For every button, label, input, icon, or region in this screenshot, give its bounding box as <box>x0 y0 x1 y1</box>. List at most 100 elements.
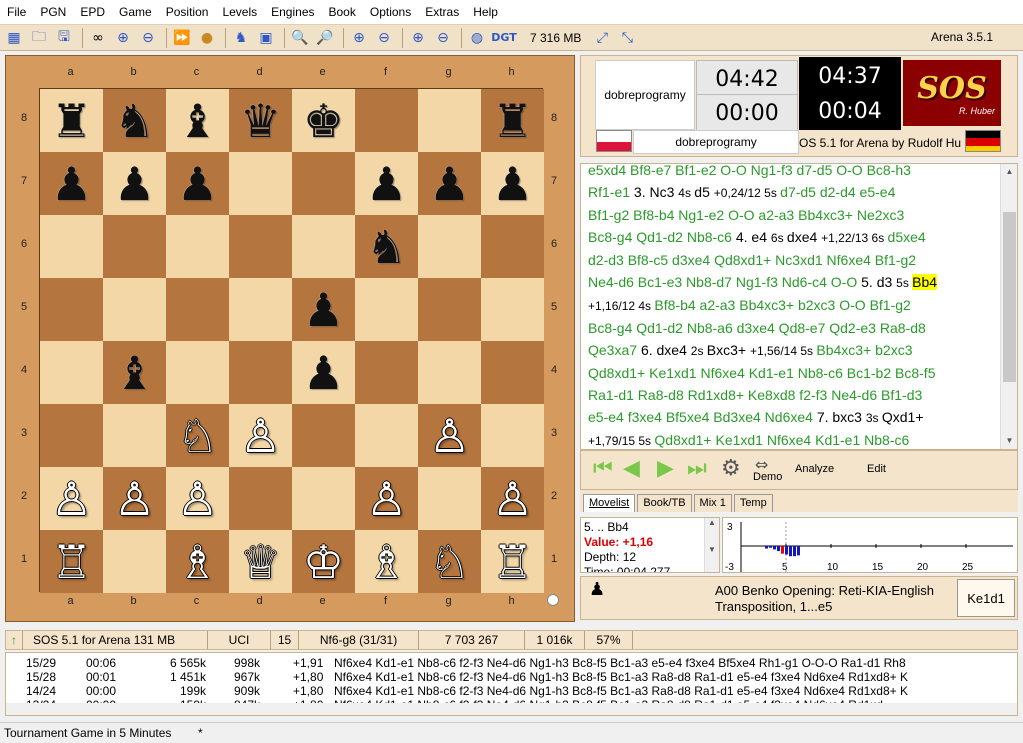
menu-item-position[interactable]: Position <box>159 0 216 24</box>
zoom-in-icon[interactable]: 🔍 <box>289 27 311 49</box>
square-g5[interactable] <box>418 278 481 341</box>
scroll-up-icon[interactable]: ▲ <box>1001 164 1017 180</box>
board-setup-icon[interactable]: ▣ <box>255 27 277 49</box>
move-token[interactable]: 7. bxc3 <box>817 409 866 425</box>
level-up-icon[interactable]: ⊕ <box>112 27 134 49</box>
square-h4[interactable] <box>481 341 544 404</box>
square-e8[interactable]: ♚ <box>292 89 355 152</box>
square-h2[interactable]: ♙ <box>481 467 544 530</box>
square-b3[interactable] <box>103 404 166 467</box>
black-pawn-icon[interactable]: ♟ <box>177 161 218 207</box>
black-pawn-icon[interactable]: ♟ <box>303 350 344 396</box>
square-d1[interactable]: ♕ <box>229 530 292 593</box>
white-queen-icon[interactable]: ♕ <box>240 539 281 585</box>
restore-icon[interactable]: ⤡ <box>616 27 638 49</box>
square-d6[interactable] <box>229 215 292 278</box>
move-token[interactable]: 5. d3 <box>861 274 896 290</box>
menu-item-book[interactable]: Book <box>322 0 363 24</box>
move-token[interactable]: 6. dxe4 <box>641 342 691 358</box>
last-move-icon[interactable]: ⏭ <box>687 457 707 481</box>
black-pawn-icon[interactable]: ♟ <box>429 161 470 207</box>
level-down-icon[interactable]: ⊖ <box>137 27 159 49</box>
white-knight-icon[interactable]: ♘ <box>429 539 470 585</box>
square-d7[interactable] <box>229 152 292 215</box>
white-pawn-icon[interactable]: ♙ <box>429 413 470 459</box>
square-f1[interactable]: ♗ <box>355 530 418 593</box>
square-h8[interactable]: ♜ <box>481 89 544 152</box>
white-pawn-icon[interactable]: ♙ <box>51 476 92 522</box>
epd-remove-icon[interactable]: ⊖ <box>432 27 454 49</box>
eval-scrollbar[interactable]: ▲ ▼ <box>704 518 719 572</box>
engine-output-scrollbar[interactable] <box>6 703 1017 715</box>
menu-item-file[interactable]: File <box>0 0 33 24</box>
square-d5[interactable] <box>229 278 292 341</box>
square-b1[interactable] <box>103 530 166 593</box>
engine-arrow-icon[interactable]: ↑ <box>6 631 23 649</box>
move-token[interactable]: 3. Nc3 <box>634 184 678 200</box>
white-rook-icon[interactable]: ♖ <box>492 539 533 585</box>
move-token[interactable]: Bxc3+ <box>707 342 750 358</box>
black-bishop-icon[interactable]: ♝ <box>114 350 155 396</box>
scroll-down-icon[interactable]: ▼ <box>1001 433 1017 449</box>
square-c3[interactable]: ♘ <box>166 404 229 467</box>
zoom-out-icon[interactable]: 🔎 <box>314 27 336 49</box>
square-h6[interactable] <box>481 215 544 278</box>
move-token[interactable]: 4. e4 <box>736 229 771 245</box>
square-a6[interactable] <box>40 215 103 278</box>
square-g4[interactable] <box>418 341 481 404</box>
first-move-icon[interactable]: ⏮ <box>593 457 613 481</box>
tab-temp[interactable]: Temp <box>733 494 773 512</box>
square-a4[interactable] <box>40 341 103 404</box>
square-a8[interactable]: ♜ <box>40 89 103 152</box>
scroll-thumb[interactable] <box>1003 212 1016 382</box>
menu-item-epd[interactable]: EPD <box>73 0 112 24</box>
black-rook-icon[interactable]: ♜ <box>492 98 533 144</box>
square-b2[interactable]: ♙ <box>103 467 166 530</box>
square-h5[interactable] <box>481 278 544 341</box>
square-e7[interactable] <box>292 152 355 215</box>
pgn-add-icon[interactable]: ⊕ <box>348 27 370 49</box>
white-pawn-icon[interactable]: ♙ <box>114 476 155 522</box>
infinite-icon[interactable]: ∞ <box>87 27 109 49</box>
black-pawn-icon[interactable]: ♟ <box>366 161 407 207</box>
menu-item-levels[interactable]: Levels <box>215 0 264 24</box>
square-c7[interactable]: ♟ <box>166 152 229 215</box>
next-move-icon[interactable]: ▶ <box>657 457 674 481</box>
tab-book-tb[interactable]: Book/TB <box>637 494 692 512</box>
menu-item-extras[interactable]: Extras <box>418 0 466 24</box>
white-bishop-icon[interactable]: ♗ <box>366 539 407 585</box>
black-pawn-icon[interactable]: ♟ <box>114 161 155 207</box>
white-pawn-icon[interactable]: ♙ <box>240 413 281 459</box>
menu-item-options[interactable]: Options <box>363 0 418 24</box>
board-icon[interactable]: ▦ <box>3 27 25 49</box>
black-pawn-icon[interactable]: ♟ <box>492 161 533 207</box>
white-pawn-icon[interactable]: ♙ <box>492 476 533 522</box>
square-f5[interactable] <box>355 278 418 341</box>
globe-icon[interactable]: ◍ <box>466 27 488 49</box>
move-token[interactable]: d5 <box>694 184 713 200</box>
pgn-remove-icon[interactable]: ⊖ <box>373 27 395 49</box>
white-rook-icon[interactable]: ♖ <box>51 539 92 585</box>
black-queen-icon[interactable]: ♛ <box>240 98 281 144</box>
analyze-button[interactable]: Analyze <box>795 463 834 475</box>
square-g3[interactable]: ♙ <box>418 404 481 467</box>
black-pawn-icon[interactable]: ♟ <box>51 161 92 207</box>
square-a7[interactable]: ♟ <box>40 152 103 215</box>
demo-icon[interactable]: ⏩ <box>171 27 193 49</box>
square-g1[interactable]: ♘ <box>418 530 481 593</box>
white-pawn-icon[interactable]: ♙ <box>177 476 218 522</box>
demo-button[interactable]: Demo <box>753 471 782 483</box>
fullscreen-icon[interactable]: ⤢ <box>591 27 613 49</box>
coin-icon[interactable]: ● <box>196 27 218 49</box>
square-e6[interactable] <box>292 215 355 278</box>
square-d8[interactable]: ♛ <box>229 89 292 152</box>
white-pawn-icon[interactable]: ♙ <box>366 476 407 522</box>
move-token[interactable]: Bb4 <box>912 274 938 290</box>
square-e1[interactable]: ♔ <box>292 530 355 593</box>
menu-item-game[interactable]: Game <box>112 0 159 24</box>
move-token[interactable]: Qxd1+ <box>882 409 924 425</box>
square-f6[interactable]: ♞ <box>355 215 418 278</box>
white-bishop-icon[interactable]: ♗ <box>177 539 218 585</box>
square-g8[interactable] <box>418 89 481 152</box>
move-token[interactable]: dxe4 <box>787 229 821 245</box>
